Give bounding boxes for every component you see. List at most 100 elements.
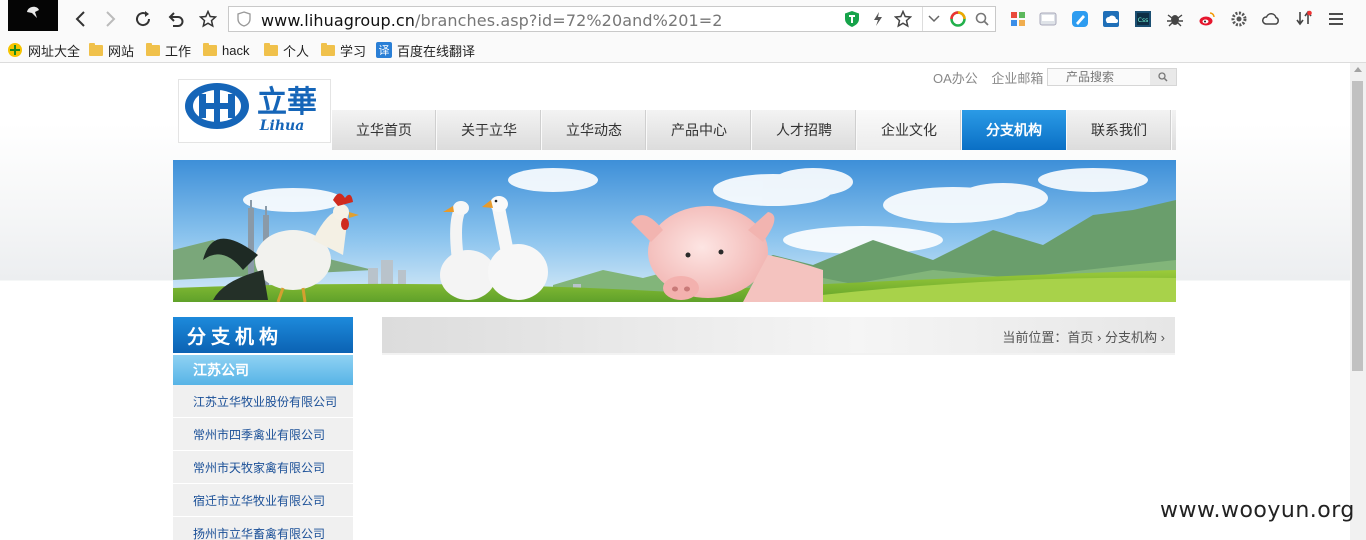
folder-icon [146,42,160,56]
bookmark-folder[interactable]: 个人 [264,41,309,59]
favorite-button[interactable] [197,8,219,30]
browser-toolbar: www.lihuagroup.cn/branches.asp?id=72%20a… [0,0,1366,38]
watermark-text: www.wooyun.org [1160,498,1355,523]
folder-icon [264,42,278,56]
back-button[interactable] [70,8,92,30]
sidebar-title: 分支机构 [173,317,353,353]
bookmark-label: 学习 [340,43,367,59]
bookmark-folder[interactable]: 工作 [146,41,191,59]
bookmark-folder[interactable]: hack [203,41,249,59]
bookmark-label: 个人 [283,43,310,59]
bookmark-star-icon[interactable] [894,10,912,28]
svg-text:译: 译 [379,44,390,57]
profile-avatar[interactable] [8,0,58,31]
product-search [1047,68,1177,86]
branch-link[interactable]: 宿迁市立华牧业有限公司 [173,484,353,517]
mail-link[interactable]: 企业邮箱 [991,71,1043,86]
url-host: www.lihuagroup.cn [261,11,416,30]
nav-news[interactable]: 立华动态 [542,110,647,150]
vertical-scrollbar[interactable] [1350,63,1366,540]
weibo-icon[interactable] [1197,9,1217,29]
forward-arrow-icon [106,11,116,27]
svg-text:Css: Css [1138,17,1148,24]
forward-button[interactable] [99,8,121,30]
product-search-input[interactable] [1048,69,1148,85]
farm-animals-banner [173,160,1176,302]
url-path: /branches.asp?id=72%20and%201=2 [415,11,723,30]
screenshot-icon[interactable] [1038,9,1058,29]
menu-icon[interactable] [1326,9,1346,29]
download-icon[interactable] [1294,9,1314,29]
site-nav-icon [7,42,23,58]
undo-icon [168,12,184,27]
lihua-logo-icon: 立華 Lihua [185,83,317,134]
bookmark-label: 网址大全 [28,43,81,59]
top-links: OA办公 企业邮箱 [933,68,1053,87]
folder-icon [203,42,217,56]
gear-icon[interactable] [1229,9,1249,29]
branch-link[interactable]: 扬州市立华畜禽有限公司 [173,517,353,540]
cloud-icon[interactable] [1261,9,1281,29]
breadcrumb-home[interactable]: 首页 [1067,330,1093,345]
nav-contact[interactable]: 联系我们 [1067,110,1172,150]
search-icon[interactable] [973,10,991,28]
address-bar[interactable]: www.lihuagroup.cn/branches.asp?id=72%20a… [228,6,996,32]
star-icon [199,10,217,28]
nav-products[interactable]: 产品中心 [647,110,752,150]
bookmark-label: 百度在线翻译 [397,43,476,59]
search-button[interactable] [1150,69,1176,85]
breadcrumb-current[interactable]: 分支机构 [1105,330,1157,345]
nav-careers[interactable]: 人才招聘 [752,110,857,150]
logo-text: 立華 [257,85,317,120]
main-navigation: 立华首页 关于立华 立华动态 产品中心 人才招聘 企业文化 分支机构 联系我们 [332,110,1176,150]
branch-link[interactable]: 常州市天牧家禽有限公司 [173,451,353,484]
search-engine-icon[interactable] [949,10,967,28]
profile-icon [27,6,39,19]
bookmark-label: 网站 [108,43,135,59]
bookmark-label: hack [222,42,250,58]
reload-button[interactable] [132,8,154,30]
reload-icon [136,11,151,27]
bookmark-item[interactable]: 译 百度在线翻译 [376,41,475,59]
folder-icon [89,42,103,56]
translate-icon: 译 [376,42,392,58]
note-icon[interactable] [1070,9,1090,29]
security-shield-icon [235,10,253,28]
green-shield-icon[interactable] [843,10,861,28]
company-logo[interactable]: 立華 Lihua [178,79,331,143]
branch-link[interactable]: 江苏立华牧业股份有限公司 [173,385,353,418]
breadcrumb-bar: 当前位置：首页 › 分支机构 › [382,317,1175,355]
bug-icon[interactable] [1165,9,1185,29]
nav-branches[interactable]: 分支机构 [962,110,1067,150]
scroll-up-arrow-icon[interactable] [1354,67,1362,72]
bookmark-folder[interactable]: 网站 [89,41,134,59]
breadcrumb: 当前位置：首页 › 分支机构 › [1002,327,1165,346]
undo-button[interactable] [165,8,187,30]
oa-link[interactable]: OA办公 [933,71,978,86]
nav-culture[interactable]: 企业文化 [857,110,962,150]
nav-home[interactable]: 立华首页 [332,110,437,150]
scrollbar-thumb[interactable] [1352,81,1363,371]
cloud-drive-icon[interactable] [1101,9,1121,29]
css-viewer-icon[interactable]: Css [1133,9,1153,29]
branch-list: 江苏立华牧业股份有限公司 常州市四季禽业有限公司 常州市天牧家禽有限公司 宿迁市… [173,385,353,540]
folder-icon [321,42,335,56]
lightning-icon[interactable] [869,10,887,28]
search-icon [1158,72,1168,82]
apps-grid-icon[interactable] [1008,9,1028,29]
breadcrumb-label: 当前位置： [1002,330,1068,345]
dropdown-chevron-icon[interactable] [922,7,945,31]
nav-about[interactable]: 关于立华 [437,110,542,150]
logo-latin: Lihua [259,118,305,134]
branch-sidebar: 分支机构 江苏公司 江苏立华牧业股份有限公司 常州市四季禽业有限公司 常州市天牧… [173,317,353,540]
bookmark-item[interactable]: 网址大全 [7,41,80,59]
header-banner [173,160,1176,302]
chevron-right-icon: › [1160,330,1165,345]
url-text[interactable]: www.lihuagroup.cn/branches.asp?id=72%20a… [261,11,723,30]
web-page: OA办公 企业邮箱 立華 Lihua 立华首页 关于立华 立华动态 产品中心 人… [0,63,1350,540]
back-arrow-icon [75,11,85,27]
bookmarks-bar: 网址大全 网站 工作 hack 个人 学习 译 百度在线翻译 [0,38,1366,63]
bookmark-folder[interactable]: 学习 [321,41,366,59]
sidebar-section-jiangsu[interactable]: 江苏公司 [173,355,353,385]
branch-link[interactable]: 常州市四季禽业有限公司 [173,418,353,451]
